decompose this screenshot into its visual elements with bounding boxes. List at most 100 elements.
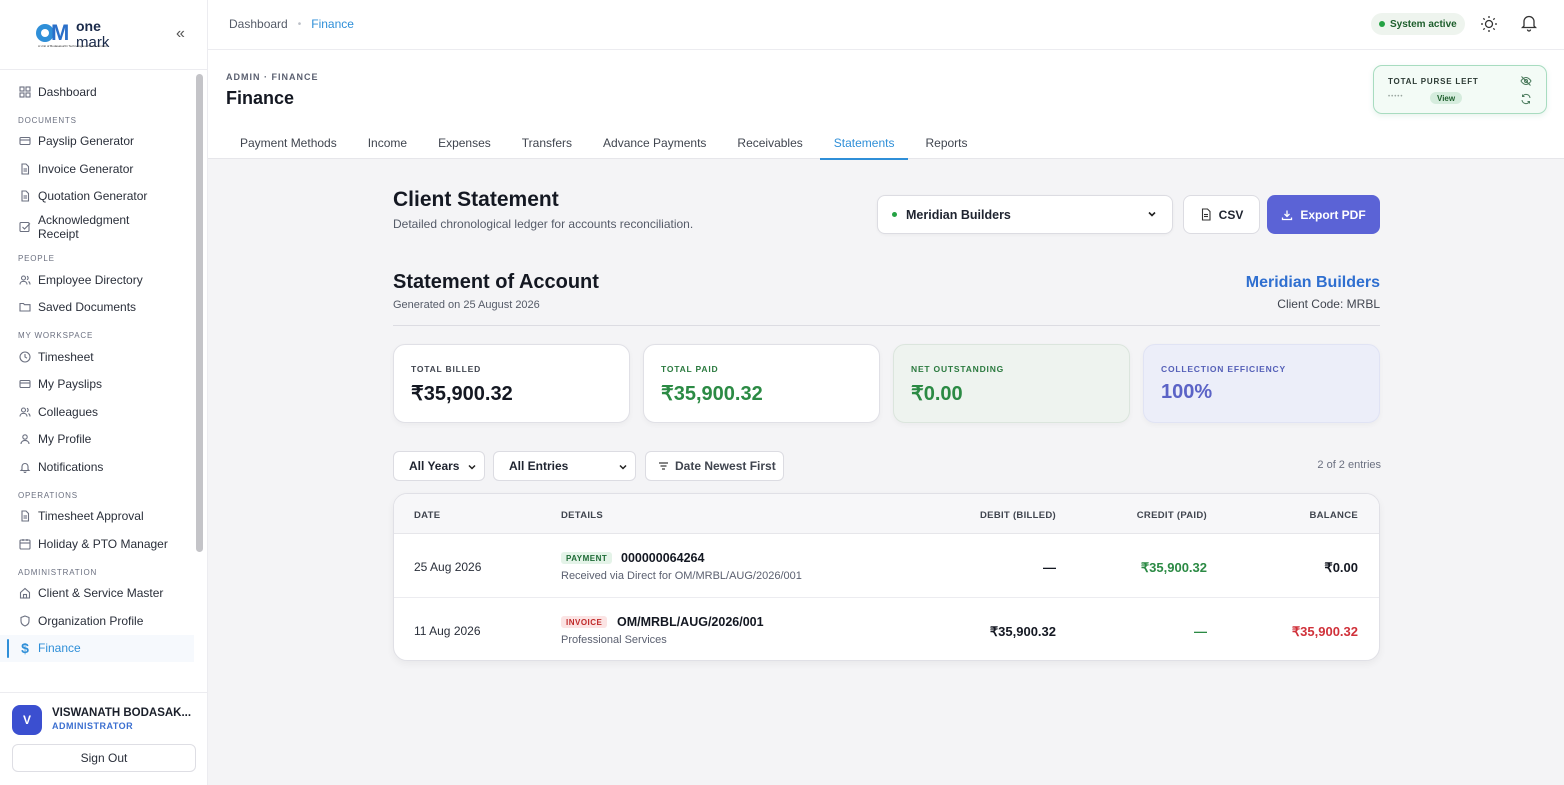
sidebar-item-notifications[interactable]: Notifications [0,453,194,481]
avatar[interactable]: V [12,705,42,735]
purse-view-button[interactable]: View [1430,92,1463,104]
sidebar-scrollbar[interactable] [196,74,203,552]
eye-off-icon[interactable] [1520,75,1532,87]
sidebar-item-my-profile[interactable]: My Profile [0,426,194,454]
sidebar-item-finance[interactable]: $ Finance [0,634,194,662]
sidebar-item-label: Dashboard [38,84,97,99]
sidebar-item-quotation-generator[interactable]: Quotation Generator [0,183,194,211]
logo-area: M one mark A Unit of Bodasakurthi Techno… [0,0,207,70]
sidebar-item-payslip-generator[interactable]: Payslip Generator [0,128,194,156]
sidebar-item-label: Timesheet [38,349,94,364]
sidebar-item-holiday-pto[interactable]: Holiday & PTO Manager [0,530,194,558]
theme-toggle-sun-icon[interactable] [1480,15,1498,33]
client-select-value: Meridian Builders [906,207,1011,222]
section-people: PEOPLE [18,254,55,263]
page-eyebrow: ADMIN · FINANCE [226,72,319,82]
user-name: VISWANATH BODASAK... [52,707,192,719]
row-credit: ₹35,900.32 [1140,560,1207,575]
section-documents: DOCUMENTS [18,115,77,125]
document-icon [18,509,32,523]
folder-icon [18,300,32,314]
generated-date: Generated on 25 August 2026 [393,299,540,311]
grid-icon [18,85,32,99]
year-filter-value: All Years [409,459,460,473]
entries-filter-select[interactable]: All Entries [493,451,636,481]
sidebar-item-invoice-generator[interactable]: Invoice Generator [0,155,194,183]
sort-button[interactable]: Date Newest First [645,451,784,481]
entries-count: 2 of 2 entries [1317,459,1381,471]
table-row[interactable]: 11 Aug 2026 INVOICE OM/MRBL/AUG/2026/001… [394,597,1379,660]
statement-client-name: Meridian Builders [1245,274,1380,291]
system-status-label: System active [1390,18,1457,30]
sidebar-item-timesheet-approval[interactable]: Timesheet Approval [0,503,194,531]
row-balance: ₹0.00 [1324,560,1358,575]
user-icon [18,432,32,446]
breadcrumb-finance[interactable]: Finance [311,17,354,31]
calendar-icon [18,537,32,551]
notifications-bell-icon[interactable] [1521,14,1537,32]
tab-payment-methods[interactable]: Payment Methods [226,127,351,159]
column-header-debit[interactable]: DEBIT (BILLED) [980,510,1056,521]
sidebar-item-my-payslips[interactable]: My Payslips [0,371,194,399]
tab-statements[interactable]: Statements [819,127,909,160]
client-select[interactable]: Meridian Builders [877,195,1173,234]
stat-card-total-billed: TOTAL BILLED ₹35,900.32 [393,344,630,423]
stat-card-net-outstanding: NET OUTSTANDING ₹0.00 [893,344,1130,423]
row-description: Received via Direct for OM/MRBL/AUG/2026… [561,570,802,582]
document-icon [18,189,32,203]
stat-value: ₹0.00 [911,383,963,405]
sort-label: Date Newest First [675,459,776,473]
stat-value: ₹35,900.32 [411,383,513,405]
row-reference: OM/MRBL/AUG/2026/001 [617,615,764,629]
tab-reports[interactable]: Reports [911,127,981,159]
dollar-icon: $ [21,640,29,657]
year-filter-select[interactable]: All Years [393,451,485,481]
tab-expenses[interactable]: Expenses [424,127,505,159]
statement-of-account-title: Statement of Account [393,271,599,293]
sidebar-item-dashboard[interactable]: Dashboard [0,78,194,106]
sidebar-item-client-service-master[interactable]: Client & Service Master [0,580,194,608]
tab-income[interactable]: Income [354,127,421,159]
logo-tagline: A Unit of Bodasakurthi Technologies Priv… [38,44,107,48]
column-header-date[interactable]: DATE [414,510,440,521]
client-status-dot-icon [892,212,897,217]
sidebar-item-label: Quotation Generator [38,189,148,204]
row-balance: ₹35,900.32 [1291,624,1358,639]
page-title: Finance [226,88,295,108]
tab-receivables[interactable]: Receivables [723,127,816,159]
breadcrumb-dashboard[interactable]: Dashboard [229,17,288,31]
column-header-details[interactable]: DETAILS [561,510,603,521]
system-status-badge: System active [1371,13,1465,35]
tab-transfers[interactable]: Transfers [508,127,586,159]
stat-label: COLLECTION EFFICIENCY [1161,364,1286,374]
sidebar-item-label: Payslip Generator [38,134,135,149]
status-dot-icon [1379,21,1385,27]
file-icon [1201,208,1211,221]
sidebar-item-acknowledgment-receipt[interactable]: Acknowledgment Receipt [0,210,194,244]
sign-out-button[interactable]: Sign Out [12,744,196,772]
onemark-logo[interactable]: M one mark A Unit of Bodasakurthi Techno… [36,18,109,51]
tab-advance-payments[interactable]: Advance Payments [589,127,720,159]
column-header-balance[interactable]: BALANCE [1309,510,1358,521]
stat-value: ₹35,900.32 [661,383,763,405]
card-icon [18,134,32,148]
statement-table: DATE DETAILS DEBIT (BILLED) CREDIT (PAID… [393,493,1380,661]
stat-card-collection-efficiency: COLLECTION EFFICIENCY 100% [1143,344,1380,423]
export-pdf-button[interactable]: Export PDF [1267,195,1380,234]
sidebar-item-colleagues[interactable]: Colleagues [0,398,194,426]
logo-text-one: one [76,18,101,34]
table-row[interactable]: 25 Aug 2026 PAYMENT 000000064264 Receive… [394,534,1379,597]
sidebar-item-label: Client & Service Master [38,586,164,601]
refresh-icon[interactable] [1520,93,1532,105]
type-badge-payment: PAYMENT [561,552,613,564]
sidebar-item-saved-documents[interactable]: Saved Documents [0,294,194,322]
collapse-sidebar-icon[interactable]: « [176,26,185,42]
sidebar-item-employee-directory[interactable]: Employee Directory [0,266,194,294]
sidebar: M one mark A Unit of Bodasakurthi Techno… [0,0,208,785]
sidebar-item-organization-profile[interactable]: Organization Profile [0,607,194,635]
section-subtitle: Detailed chronological ledger for accoun… [393,217,694,231]
column-header-credit[interactable]: CREDIT (PAID) [1137,510,1207,521]
csv-export-button[interactable]: CSV [1183,195,1260,234]
filter-lines-icon [659,462,668,470]
sidebar-item-timesheet[interactable]: Timesheet [0,343,194,371]
